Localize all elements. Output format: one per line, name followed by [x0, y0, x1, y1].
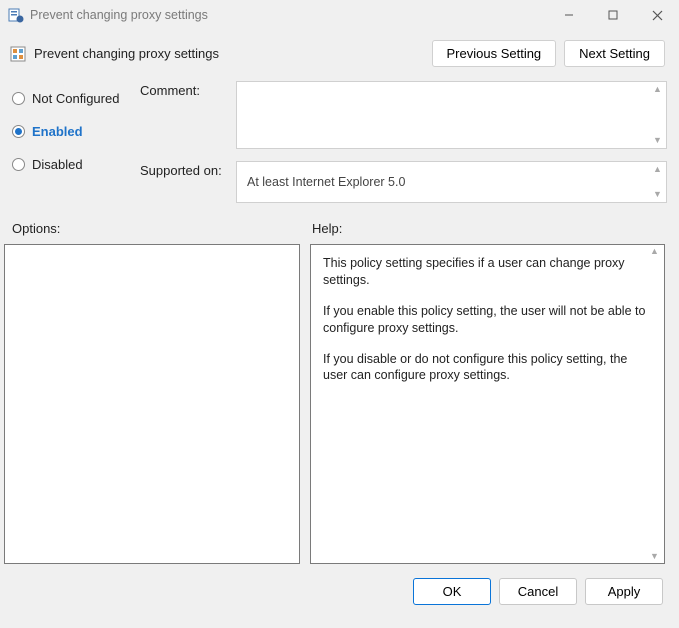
policy-app-icon: [8, 7, 24, 23]
radio-icon: [12, 92, 25, 105]
scroll-indicator: ▲▼: [653, 165, 663, 199]
radio-label: Disabled: [32, 157, 83, 172]
close-button[interactable]: [635, 0, 679, 30]
chevron-up-icon: ▲: [653, 85, 663, 94]
help-text: If you disable or do not configure this …: [323, 351, 652, 385]
comment-textarea[interactable]: ▲▼: [236, 81, 667, 149]
help-panel: This policy setting specifies if a user …: [310, 244, 665, 564]
radio-label: Enabled: [32, 124, 83, 139]
window-title: Prevent changing proxy settings: [30, 8, 547, 22]
supported-on-label: Supported on:: [140, 161, 236, 203]
help-text: This policy setting specifies if a user …: [323, 255, 652, 289]
comment-label: Comment:: [140, 81, 236, 149]
apply-button[interactable]: Apply: [585, 578, 663, 605]
policy-title: Prevent changing proxy settings: [34, 46, 424, 61]
chevron-down-icon: ▼: [653, 190, 663, 199]
ok-button[interactable]: OK: [413, 578, 491, 605]
radio-icon: [12, 125, 25, 138]
chevron-up-icon: ▲: [653, 165, 663, 174]
chevron-up-icon: ▲: [650, 247, 662, 256]
help-label: Help:: [312, 221, 665, 236]
cancel-button[interactable]: Cancel: [499, 578, 577, 605]
radio-icon: [12, 158, 25, 171]
scroll-indicator: ▲▼: [650, 247, 662, 561]
policy-icon: [10, 46, 26, 62]
supported-on-box: At least Internet Explorer 5.0 ▲▼: [236, 161, 667, 203]
chevron-down-icon: ▼: [653, 136, 663, 145]
chevron-down-icon: ▼: [650, 552, 662, 561]
supported-on-value: At least Internet Explorer 5.0: [247, 175, 405, 189]
radio-not-configured[interactable]: Not Configured: [12, 91, 140, 106]
scroll-indicator: ▲▼: [653, 85, 663, 145]
maximize-button[interactable]: [591, 0, 635, 30]
previous-setting-button[interactable]: Previous Setting: [432, 40, 557, 67]
header-row: Prevent changing proxy settings Previous…: [0, 30, 679, 73]
options-panel: [4, 244, 300, 564]
radio-disabled[interactable]: Disabled: [12, 157, 140, 172]
dialog-footer: OK Cancel Apply: [0, 564, 679, 605]
minimize-button[interactable]: [547, 0, 591, 30]
next-setting-button[interactable]: Next Setting: [564, 40, 665, 67]
state-radio-group: Not Configured Enabled Disabled: [12, 81, 140, 203]
radio-label: Not Configured: [32, 91, 119, 106]
options-label: Options:: [12, 221, 312, 236]
titlebar: Prevent changing proxy settings: [0, 0, 679, 30]
help-text: If you enable this policy setting, the u…: [323, 303, 652, 337]
radio-enabled[interactable]: Enabled: [12, 124, 140, 139]
